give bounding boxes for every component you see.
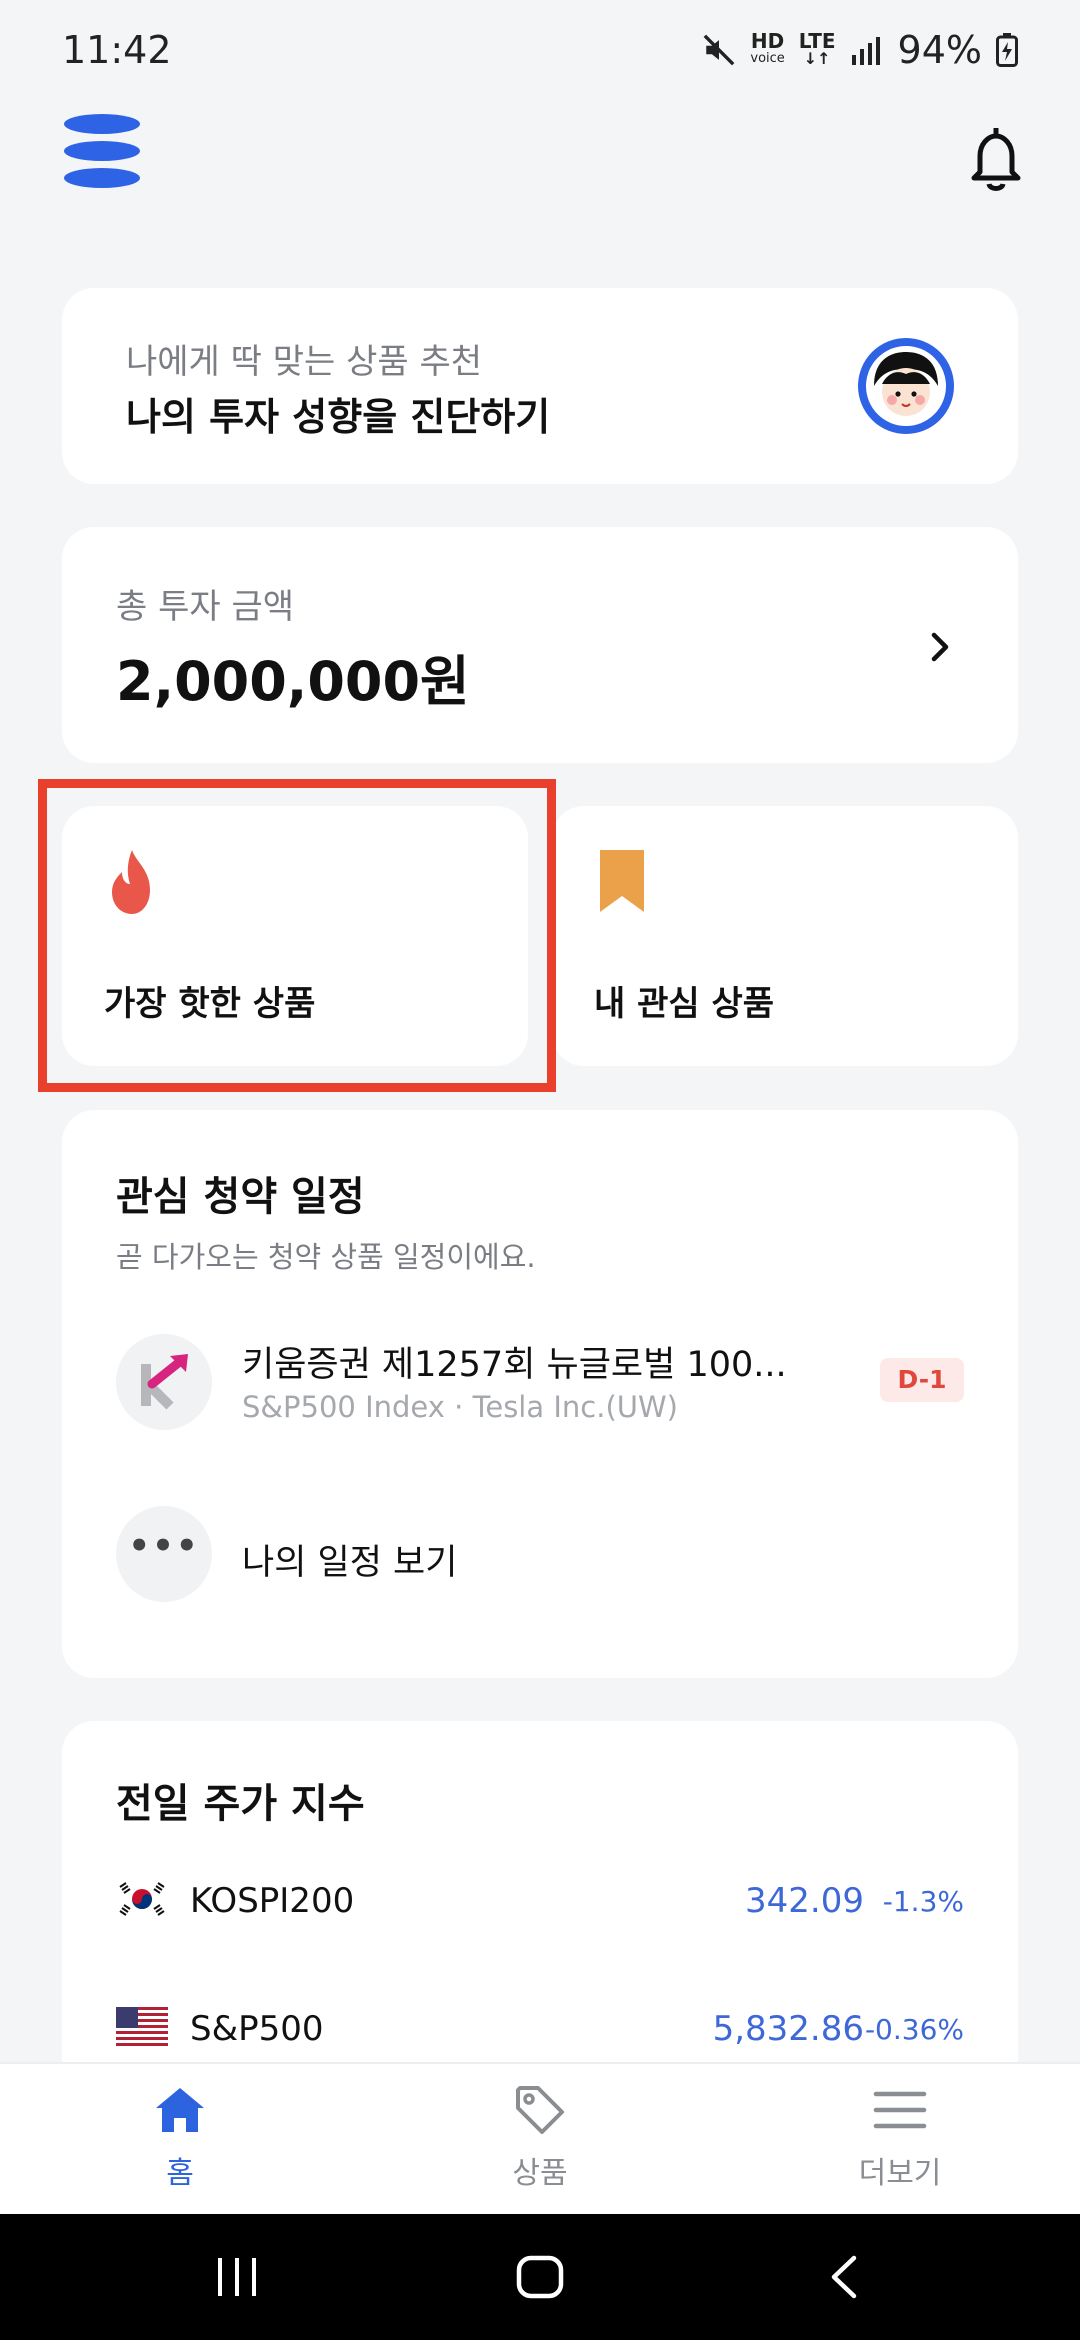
index-title: 전일 주가 지수 <box>116 1781 365 1827</box>
favorite-products-label: 내 관심 상품 <box>594 984 775 1024</box>
korea-flag-icon <box>116 1879 168 1919</box>
battery-percent: 94% <box>897 28 982 72</box>
schedule-item-title[interactable]: 키움증권 제1257회 뉴글로벌 100... <box>242 1336 787 1387</box>
kiwoom-logo-icon[interactable] <box>116 1334 212 1430</box>
recommendation-subtitle: 나에게 딱 맞는 상품 추천 <box>126 342 483 382</box>
index-value: 5,832.86 <box>712 2009 864 2049</box>
status-bar: 11:42 HD voice LTE ↓↑ 94% <box>0 0 1080 100</box>
us-flag-icon <box>116 2007 168 2047</box>
back-icon[interactable] <box>820 2254 870 2300</box>
subscription-schedule-card: 관심 청약 일정 곧 다가오는 청약 상품 일정이에요. 키움증권 제1257회… <box>62 1110 1018 1678</box>
chevron-right-icon <box>931 632 949 662</box>
status-time: 11:42 <box>62 28 172 72</box>
index-change: -1.3% <box>882 1885 964 1918</box>
home-icon <box>156 2088 204 2132</box>
index-name: KOSPI200 <box>190 1881 355 1921</box>
nav-products[interactable]: 상품 <box>440 2082 640 2202</box>
schedule-subtitle: 곧 다가오는 청약 상품 일정이에요. <box>116 1240 536 1274</box>
highlight-annotation-box <box>38 779 556 1092</box>
home-button-icon[interactable] <box>515 2254 565 2300</box>
total-investment-label: 총 투자 금액 <box>116 587 295 627</box>
tag-icon <box>516 2086 564 2134</box>
recents-icon[interactable] <box>212 2254 262 2300</box>
more-dots-icon[interactable]: ••• <box>116 1506 212 1602</box>
character-avatar-icon <box>858 338 954 434</box>
d-day-badge: D-1 <box>880 1358 964 1402</box>
mute-icon <box>704 34 735 66</box>
total-investment-card[interactable]: 총 투자 금액 2,000,000원 <box>62 527 1018 763</box>
nav-home[interactable]: 홈 <box>80 2082 280 2202</box>
index-change: -0.36% <box>864 2013 964 2046</box>
recommendation-title: 나의 투자 성향을 진단하기 <box>126 395 551 439</box>
app-header <box>0 100 1080 300</box>
bell-icon[interactable] <box>966 124 1026 194</box>
signal-icon <box>851 37 880 65</box>
investment-profile-card[interactable]: 나에게 딱 맞는 상품 추천 나의 투자 성향을 진단하기 <box>62 288 1018 484</box>
lte-indicator: LTE ↓↑ <box>798 29 836 68</box>
hd-voice-indicator: HD voice <box>750 29 785 66</box>
index-name: S&P500 <box>190 2009 324 2049</box>
nav-home-label: 홈 <box>166 2156 194 2191</box>
battery-icon <box>996 33 1018 67</box>
bookmark-icon <box>600 850 644 912</box>
total-investment-value: 2,000,000원 <box>116 650 470 713</box>
nav-products-label: 상품 <box>512 2156 568 2191</box>
schedule-item-subtitle: S&P500 Index · Tesla Inc.(UW) <box>242 1390 678 1424</box>
schedule-title: 관심 청약 일정 <box>116 1174 365 1220</box>
system-nav-bar <box>0 2214 1080 2340</box>
menu-icon <box>873 2091 927 2129</box>
index-row[interactable]: S&P500 5,832.86 -0.36% <box>116 2001 964 2061</box>
status-icons: HD voice LTE ↓↑ 94% <box>702 28 1018 72</box>
brand-logo-icon[interactable] <box>62 112 142 190</box>
nav-more-label: 더보기 <box>858 2156 942 2191</box>
nav-more[interactable]: 더보기 <box>800 2082 1000 2202</box>
bottom-nav: 홈 상품 더보기 <box>0 2062 1080 2214</box>
favorite-products-tile[interactable]: 내 관심 상품 <box>552 806 1018 1066</box>
index-value: 342.09 <box>745 1881 864 1921</box>
index-row[interactable]: KOSPI200 342.09 -1.3% <box>116 1873 964 1933</box>
my-schedule-link[interactable]: 나의 일정 보기 <box>242 1534 457 1585</box>
